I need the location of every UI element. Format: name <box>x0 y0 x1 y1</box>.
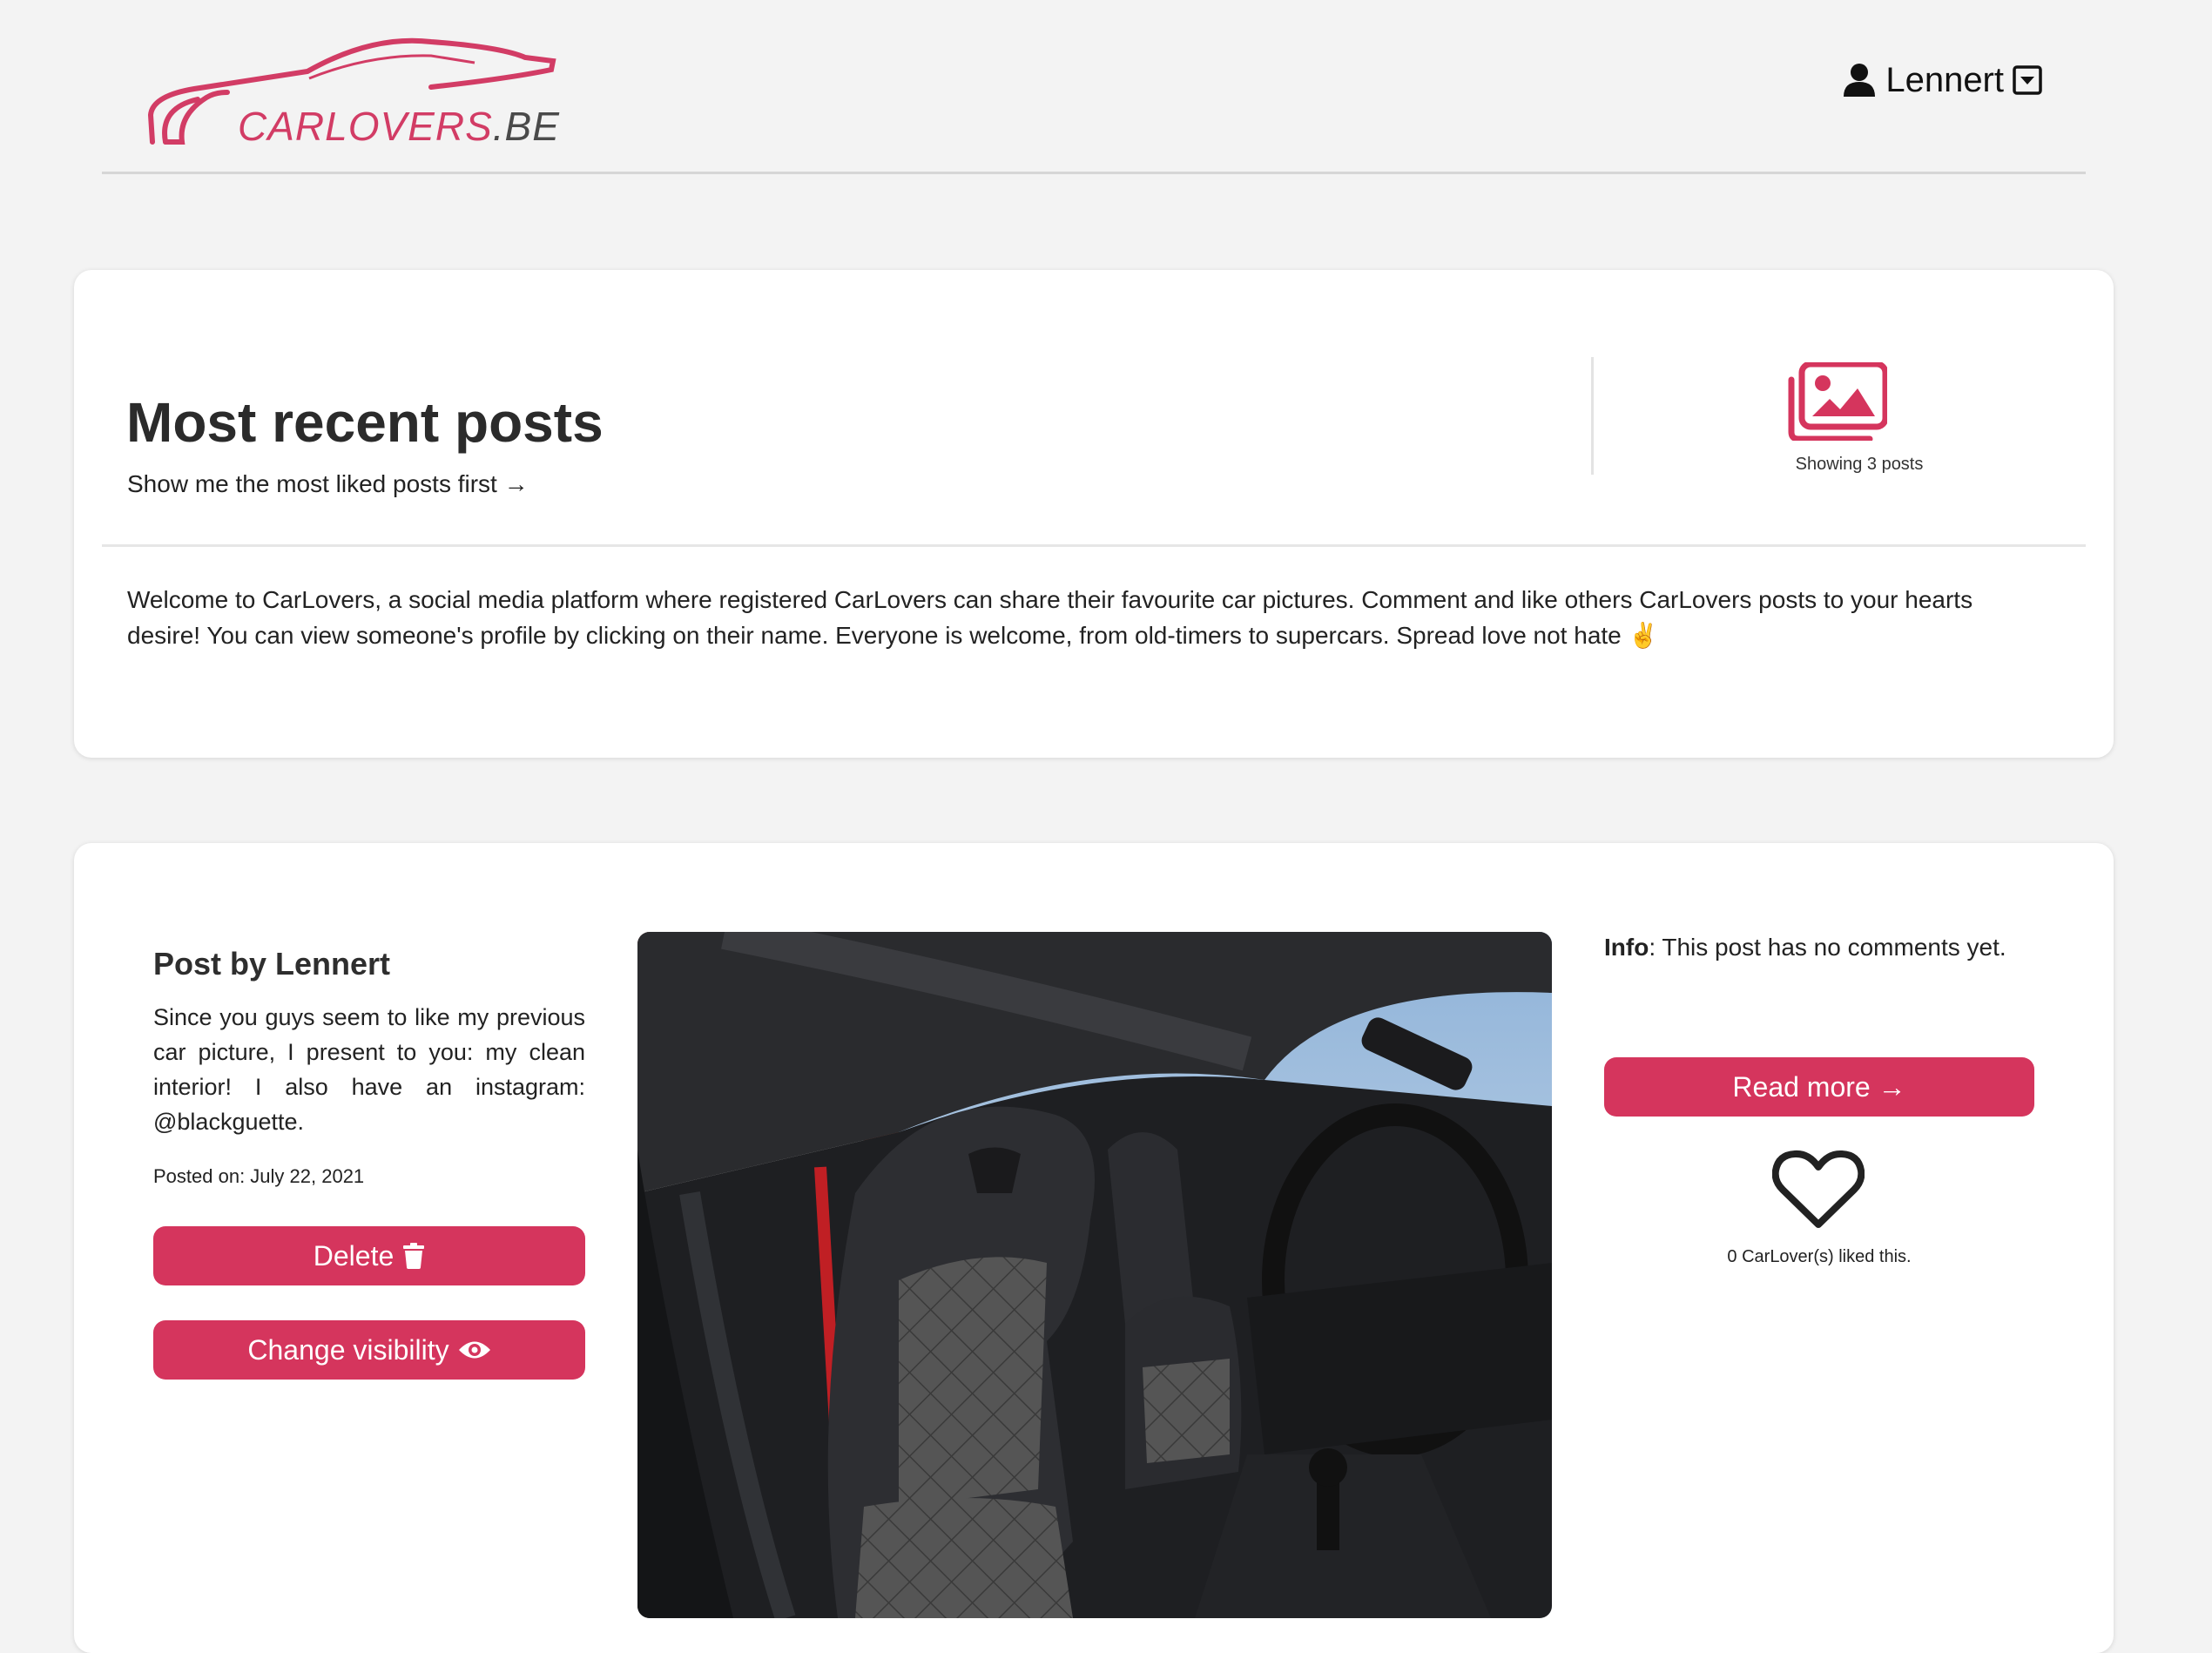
info-message: : This post has no comments yet. <box>1649 934 2006 961</box>
comments-info: Info: This post has no comments yet. <box>1604 934 2006 961</box>
page-title: Most recent posts <box>126 391 604 454</box>
post-photo[interactable] <box>637 932 1552 1618</box>
logo-name: CARLOVERS <box>238 104 493 149</box>
vertical-divider <box>1591 357 1594 475</box>
horizontal-divider <box>102 544 2086 547</box>
user-icon <box>1844 64 1876 97</box>
carlovers-logo[interactable]: CARLOVERS.BE <box>144 35 570 157</box>
trash-icon <box>403 1243 425 1269</box>
logo-text: CARLOVERS.BE <box>238 103 560 150</box>
heart-icon[interactable] <box>1772 1150 1865 1230</box>
sort-most-liked-link[interactable]: Show me the most liked posts first → <box>127 470 529 498</box>
delete-button[interactable]: Delete <box>153 1226 585 1285</box>
post-card: Post by Lennert Since you guys seem to l… <box>74 843 2114 1653</box>
images-icon <box>1788 362 1887 441</box>
car-interior-photo <box>637 932 1552 1618</box>
user-menu[interactable]: Lennert <box>1842 57 2042 103</box>
visibility-label: Change visibility <box>247 1333 449 1366</box>
post-author-title[interactable]: Post by Lennert <box>153 946 390 982</box>
intro-card: Most recent posts Show me the most liked… <box>74 270 2114 758</box>
info-label: Info <box>1604 934 1649 961</box>
post-description: Since you guys seem to like my previous … <box>153 1004 585 1135</box>
posts-count: Showing 3 posts <box>1795 455 1924 474</box>
post-date: Posted on: July 22, 2021 <box>153 1165 365 1187</box>
change-visibility-button[interactable]: Change visibility <box>153 1320 585 1380</box>
read-more-button[interactable]: Read more → <box>1604 1057 2034 1117</box>
username: Lennert <box>1885 60 2004 99</box>
caret-square-down-icon[interactable] <box>2013 65 2042 95</box>
site-header: CARLOVERS.BE Lennert <box>102 0 2086 174</box>
likes-count: 0 CarLover(s) liked this. <box>1727 1247 1912 1266</box>
delete-label: Delete <box>313 1239 395 1272</box>
welcome-text: Welcome to CarLovers, a social media pla… <box>127 586 1973 649</box>
eye-icon <box>458 1341 490 1359</box>
logo-suffix: .BE <box>492 104 560 149</box>
